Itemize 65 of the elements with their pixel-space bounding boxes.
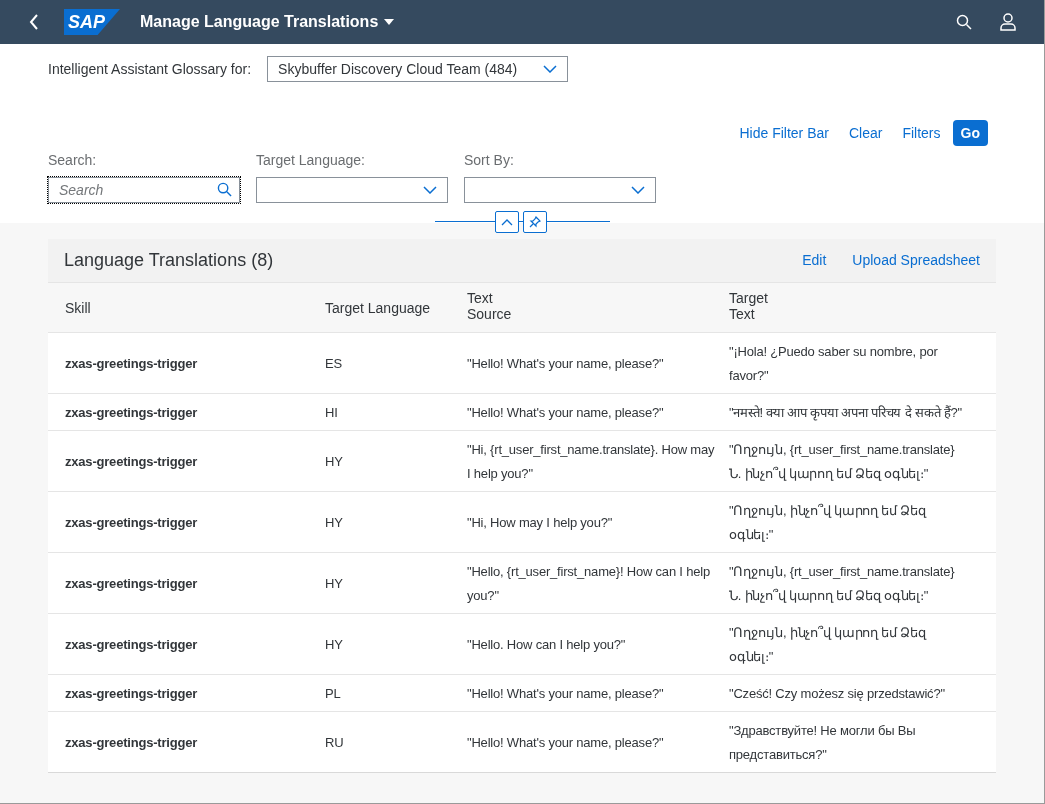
table-cell: "Cześć! Czy możesz się przedstawić?" — [729, 686, 945, 701]
table-cell: "Hi, How may I help you?" — [467, 515, 613, 530]
go-button[interactable]: Go — [952, 120, 988, 146]
table-cell: PL — [325, 686, 341, 701]
table-cell: "Ողջույն, ինչո՞վ կարող եմ Ձեզ օգնել։" — [729, 625, 926, 664]
filter-label: Target Language: — [256, 151, 366, 170]
column-header: Target Text — [729, 289, 769, 322]
filter-select[interactable] — [256, 177, 448, 203]
glossary-select[interactable]: Skybuffer Discovery Cloud Team (484) — [267, 56, 569, 82]
table-cell: "¡Hola! ¿Puedo saber su nombre, por favor?" — [729, 344, 938, 383]
table-cell: zxas-greetings-trigger — [65, 576, 198, 591]
table-cell: "Hello! What's your name, please?" — [467, 356, 664, 371]
filter-bar-link[interactable]: Filters — [902, 122, 941, 144]
table-cell: "Hello! What's your name, please?" — [467, 405, 664, 420]
table-cell: zxas-greetings-trigger — [65, 356, 198, 371]
toolbar-action[interactable]: Upload Spreadsheet — [852, 250, 980, 271]
table-cell: HY — [325, 454, 343, 469]
table-cell: zxas-greetings-trigger — [65, 515, 198, 530]
table-cell: "Hello, {rt_user_first_name}! How can I help you?" — [467, 564, 710, 603]
table-cell: HY — [325, 515, 343, 530]
table-cell: HY — [325, 637, 343, 652]
table-cell: zxas-greetings-trigger — [65, 686, 198, 701]
search-icon — [956, 14, 972, 30]
logo: SAP — [64, 9, 120, 35]
table-cell: zxas-greetings-trigger — [65, 454, 198, 469]
filter-bar-link[interactable]: Clear — [848, 122, 883, 144]
table-cell: "Здравствуйте! Не могли бы Вы представиться?" — [729, 723, 916, 762]
table-cell: "Ողջույն, {rt_user_first_name.translate} Ն. ինչո՞վ կարող եմ Ձեզ օգնել։" — [729, 442, 955, 481]
chevron-down-icon — [631, 186, 645, 194]
pin-icon — [529, 216, 541, 228]
caret-icon — [384, 19, 395, 25]
filter-label: Search: — [48, 151, 98, 170]
table-cell: zxas-greetings-trigger — [65, 405, 198, 420]
table-cell: zxas-greetings-trigger — [65, 735, 198, 750]
table-cell: "Hello. How can I help you?" — [467, 637, 626, 652]
chevron-down-icon — [543, 65, 558, 73]
column-header: Skill — [65, 298, 91, 318]
search-field[interactable]: Search — [48, 177, 240, 203]
chevron-down-icon — [423, 186, 437, 194]
table-cell: HY — [325, 576, 343, 591]
column-header: Text Source — [467, 289, 513, 322]
table-cell: HI — [325, 405, 338, 420]
chevron-up-icon — [501, 218, 513, 226]
column-header: Target Language — [325, 298, 431, 318]
table-cell: zxas-greetings-trigger — [65, 637, 198, 652]
table-cell: "Hello! What's your name, please?" — [467, 686, 664, 701]
table-cell: ES — [325, 356, 342, 371]
back-icon — [29, 14, 39, 30]
filter-label: Sort By: — [464, 151, 515, 170]
table-cell: "Hi, {rt_user_first_name.translate}. How may I help you?" — [467, 442, 715, 481]
pin-header-button[interactable] — [523, 211, 547, 233]
table-cell: "Hello! What's your name, please?" — [467, 735, 664, 750]
table-title: Language Translations (8) — [64, 249, 275, 272]
toolbar-action[interactable]: Edit — [802, 250, 827, 271]
collapse-header-button[interactable] — [495, 211, 519, 233]
user-icon — [1000, 13, 1016, 31]
table-cell: "Ողջույն, ինչո՞վ կարող եմ Ձեզ օգնել։" — [729, 503, 926, 542]
search-icon — [217, 182, 232, 197]
glossary-label: Intelligent Assistant Glossary for: — [48, 59, 252, 79]
filter-select[interactable] — [464, 177, 656, 203]
app-title-menu[interactable]: Manage Language Translations — [140, 10, 395, 34]
table-cell: "नमस्ते! क्या आप कृपया अपना परिचय दे सकते हैं?" — [729, 405, 962, 420]
table-cell: "Ողջույն, {rt_user_first_name.translate} Ն. ինչո՞վ կարող եմ Ձեզ օգնել։" — [729, 564, 955, 603]
table-cell: RU — [325, 735, 344, 750]
filter-bar-link[interactable]: Hide Filter Bar — [739, 122, 829, 144]
